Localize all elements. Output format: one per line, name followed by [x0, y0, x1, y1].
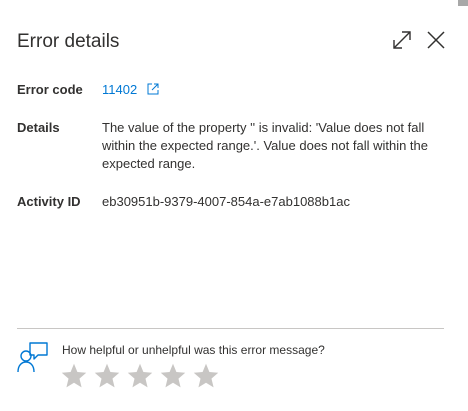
feedback-question: How helpful or unhelpful was this error … — [62, 343, 325, 357]
star-1-icon[interactable] — [60, 362, 88, 390]
activity-id-value: eb30951b-9379-4007-854a-e7ab1088b1ac — [102, 194, 350, 209]
star-rating — [60, 362, 225, 390]
error-code-link[interactable]: 11402 — [102, 82, 137, 97]
dialog-title: Error details — [17, 31, 120, 52]
external-link-icon[interactable] — [147, 83, 159, 95]
star-3-icon[interactable] — [126, 362, 154, 390]
activity-id-label: Activity ID — [17, 194, 81, 209]
close-icon[interactable] — [425, 29, 447, 51]
error-code-label: Error code — [17, 82, 83, 97]
scrollbar-marker — [458, 0, 468, 6]
star-4-icon[interactable] — [159, 362, 187, 390]
star-5-icon[interactable] — [192, 362, 220, 390]
feedback-divider — [17, 328, 444, 329]
feedback-person-icon — [17, 342, 48, 373]
star-2-icon[interactable] — [93, 362, 121, 390]
expand-icon[interactable] — [391, 29, 413, 51]
dialog-header: Error details — [17, 29, 468, 53]
error-code-value: 11402 — [102, 81, 159, 99]
details-label: Details — [17, 120, 60, 135]
details-value: The value of the property '' is invalid:… — [102, 120, 429, 171]
